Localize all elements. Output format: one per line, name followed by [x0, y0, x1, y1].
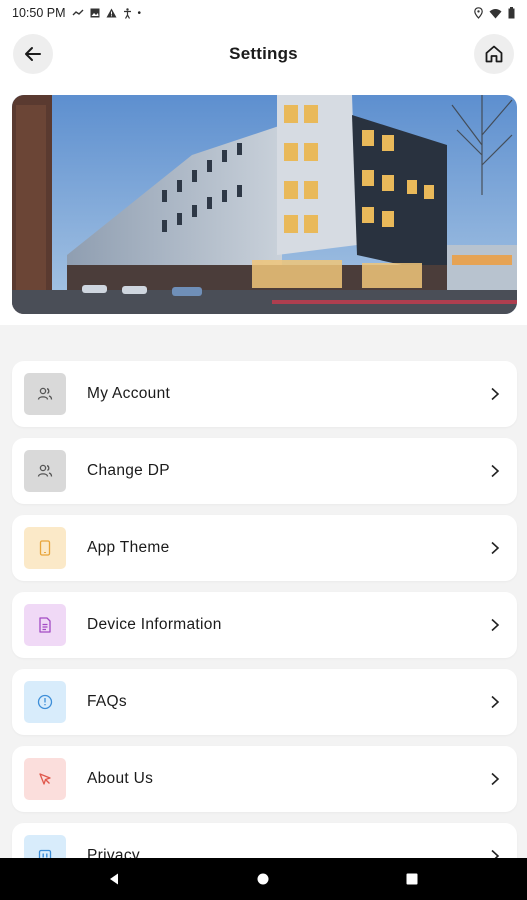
menu-item-device-information[interactable]: Device Information: [12, 592, 517, 658]
menu-item-label: FAQs: [87, 693, 127, 710]
chevron-right-icon: [483, 459, 507, 483]
privacy-icon: [38, 849, 52, 858]
arrow-left-icon: [25, 47, 41, 61]
recents-square-icon: [406, 873, 418, 885]
wifi-icon: [489, 8, 502, 18]
menu-item-privacy[interactable]: Privacy: [12, 823, 517, 858]
accessibility-icon: [123, 7, 131, 19]
chevron-right-icon: [483, 382, 507, 406]
menu-item-my-account[interactable]: My Account: [12, 361, 517, 427]
home-circle-icon: [257, 873, 269, 885]
back-button[interactable]: [13, 34, 53, 74]
cursor-icon: [39, 773, 51, 785]
menu-item-label: Change DP: [87, 462, 170, 479]
info-circle-icon: [37, 694, 53, 710]
users-icon: [37, 464, 53, 477]
tablet-icon: [39, 540, 51, 556]
page-title: Settings: [229, 44, 298, 63]
network-speed-icon: [72, 9, 84, 16]
menu-item-label: Device Information: [87, 616, 222, 633]
location-icon: [474, 7, 483, 19]
warning-icon: [106, 8, 117, 18]
status-time: 10:50 PM: [12, 6, 66, 20]
status-left: 10:50 PM •: [12, 6, 141, 20]
menu-item-change-dp[interactable]: Change DP: [12, 438, 517, 504]
home-icon: [485, 45, 503, 63]
icon-tile: [24, 604, 66, 646]
settings-list: My Account Change DP App Theme Device In…: [0, 325, 527, 858]
menu-item-label: My Account: [87, 385, 171, 402]
users-icon: [37, 387, 53, 400]
icon-tile: [24, 450, 66, 492]
menu-item-about-us[interactable]: About Us: [12, 746, 517, 812]
app-bar: Settings: [0, 26, 527, 82]
icon-tile: [24, 758, 66, 800]
nav-back-button[interactable]: [84, 858, 144, 900]
notification-dot: •: [137, 7, 142, 19]
menu-item-app-theme[interactable]: App Theme: [12, 515, 517, 581]
icon-tile: [24, 681, 66, 723]
system-nav-bar: [0, 858, 527, 900]
image-icon: [90, 8, 100, 18]
nav-recents-button[interactable]: [382, 858, 442, 900]
battery-icon: [508, 7, 515, 19]
menu-item-label: App Theme: [87, 539, 170, 556]
icon-tile: [24, 527, 66, 569]
menu-item-label: About Us: [87, 770, 154, 787]
status-right: [474, 7, 515, 19]
hero-image: [12, 95, 517, 314]
document-icon: [39, 617, 51, 633]
apartment-building-illustration: [12, 95, 517, 314]
menu-item-label: Privacy: [87, 847, 140, 858]
icon-tile: [24, 835, 66, 858]
back-triangle-icon: [110, 873, 118, 885]
chevron-right-icon: [483, 536, 507, 560]
menu-item-faqs[interactable]: FAQs: [12, 669, 517, 735]
chevron-right-icon: [483, 767, 507, 791]
status-bar: 10:50 PM •: [0, 0, 527, 26]
nav-home-button[interactable]: [233, 858, 293, 900]
icon-tile: [24, 373, 66, 415]
chevron-right-icon: [483, 690, 507, 714]
home-button[interactable]: [474, 34, 514, 74]
chevron-right-icon: [483, 613, 507, 637]
chevron-right-icon: [483, 844, 507, 858]
